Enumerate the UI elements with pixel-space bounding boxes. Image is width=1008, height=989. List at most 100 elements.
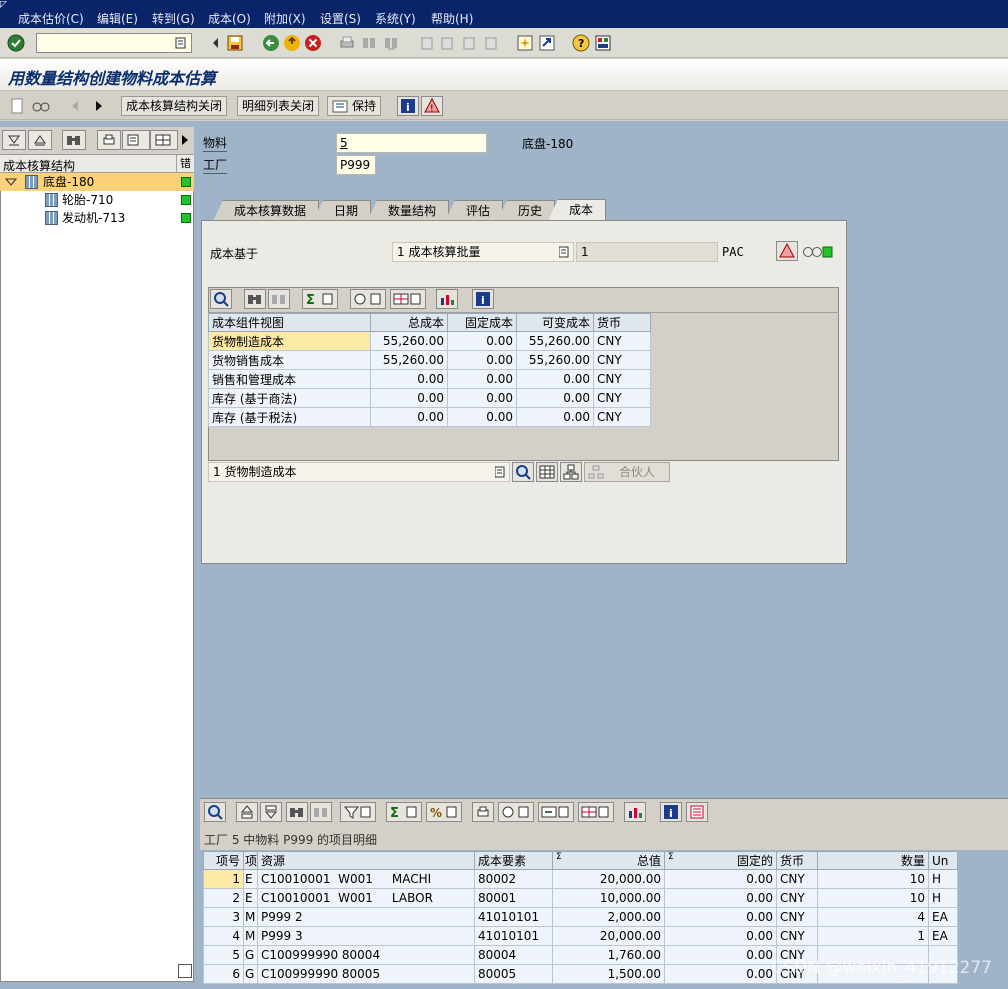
cell-resource[interactable]: C10010001 W001 MACHI xyxy=(257,869,475,889)
cell-total[interactable]: 55,260.00 xyxy=(370,350,448,370)
tree-find-icon[interactable] xyxy=(62,130,86,150)
table-row[interactable]: 3 M P999 2 41010101 2,000.00 0.00 CNY 4 … xyxy=(203,907,958,927)
column-header[interactable]: 可变成本 xyxy=(516,313,594,332)
cell-cost-element[interactable]: 80001 xyxy=(474,888,553,908)
tree-column-structure[interactable]: 成本核算结构 xyxy=(3,157,75,174)
create-icon[interactable] xyxy=(8,97,26,115)
last-page-icon[interactable] xyxy=(482,34,500,52)
cost-log-button[interactable] xyxy=(776,241,798,261)
table-row[interactable]: 2 E C10010001 W001 LABOR 80001 10,000.00… xyxy=(203,888,958,908)
table-row[interactable]: 库存 (基于商法) 0.00 0.00 0.00 CNY xyxy=(208,388,651,408)
cell-variable[interactable]: 0.00 xyxy=(516,407,594,427)
cell-fixed[interactable]: 0.00 xyxy=(447,369,517,389)
cell-currency[interactable]: CNY xyxy=(593,407,651,427)
keep-button[interactable]: 保持 xyxy=(327,96,382,116)
item-details-icon[interactable] xyxy=(204,802,226,822)
cell-resource[interactable]: P999 2 xyxy=(257,907,475,927)
expand-subtree-icon[interactable] xyxy=(2,130,26,150)
menu-edit[interactable]: 编辑(E) xyxy=(97,11,138,28)
cell-currency[interactable]: CNY xyxy=(593,369,651,389)
command-input[interactable] xyxy=(37,34,167,52)
cell-component[interactable]: 货物制造成本 xyxy=(208,331,371,351)
cell-total[interactable]: 0.00 xyxy=(370,369,448,389)
tree-layout-icon[interactable] xyxy=(122,130,150,150)
sum-icon[interactable]: Σ xyxy=(302,289,338,309)
tree-item-engine[interactable]: 发动机-713 xyxy=(0,209,194,227)
next-page-icon[interactable] xyxy=(460,34,478,52)
column-header[interactable]: 总成本 xyxy=(370,313,448,332)
system-menu-icon[interactable]: ◸ xyxy=(0,0,14,10)
tree-print-icon[interactable] xyxy=(97,130,121,150)
item-print-icon[interactable] xyxy=(472,802,494,822)
cell-fixed[interactable]: 0.00 xyxy=(664,869,777,889)
column-header[interactable]: 资源 xyxy=(257,851,475,870)
tab-costing-data[interactable]: 成本核算数据 xyxy=(213,200,320,221)
command-field[interactable] xyxy=(36,33,192,53)
cell-total-value[interactable]: 10,000.00 xyxy=(552,888,665,908)
column-header[interactable]: Un xyxy=(928,851,958,870)
table-row[interactable]: 4 M P999 3 41010101 20,000.00 0.00 CNY 1… xyxy=(203,926,958,946)
cell-fixed[interactable]: 0.00 xyxy=(664,907,777,927)
menu-help[interactable]: 帮助(H) xyxy=(431,11,473,28)
table-row[interactable]: 货物制造成本 55,260.00 0.00 55,260.00 CNY xyxy=(208,331,651,351)
cell-total[interactable]: 0.00 xyxy=(370,407,448,427)
cell-variable[interactable]: 0.00 xyxy=(516,369,594,389)
cell-cost-element[interactable]: 41010101 xyxy=(474,907,553,927)
cell-fixed[interactable]: 0.00 xyxy=(664,926,777,946)
enter-check-icon[interactable] xyxy=(7,34,25,52)
cell-item[interactable]: 3 xyxy=(203,907,244,927)
table-row[interactable]: 1 E C10010001 W001 MACHI 80002 20,000.00… xyxy=(203,869,958,889)
item-send-icon[interactable] xyxy=(538,802,574,822)
cell-unit[interactable]: EA xyxy=(928,907,958,927)
table-view-icon[interactable] xyxy=(536,462,558,482)
cell-category[interactable]: G xyxy=(243,964,258,984)
cell-unit[interactable]: H xyxy=(928,869,958,889)
cell-quantity[interactable]: 4 xyxy=(817,907,929,927)
grid-find-icon[interactable] xyxy=(244,289,266,309)
column-header[interactable]: 项号 xyxy=(203,851,244,870)
cell-category[interactable]: M xyxy=(243,907,258,927)
cell-item[interactable]: 4 xyxy=(203,926,244,946)
item-variant-icon[interactable] xyxy=(686,802,708,822)
export-icon[interactable] xyxy=(350,289,386,309)
costing-log-button[interactable]: ! xyxy=(421,96,443,116)
cell-total-value[interactable]: 1,500.00 xyxy=(552,964,665,984)
cell-currency[interactable]: CNY xyxy=(593,388,651,408)
item-layout-icon[interactable] xyxy=(578,802,614,822)
shortcut-icon[interactable] xyxy=(538,34,556,52)
cell-currency[interactable]: CNY xyxy=(776,907,818,927)
tree-item-tire[interactable]: 轮胎-710 xyxy=(0,191,194,209)
view-details-icon[interactable] xyxy=(512,462,534,482)
cell-quantity[interactable]: 10 xyxy=(817,888,929,908)
cell-currency[interactable]: CNY xyxy=(593,350,651,370)
cell-fixed[interactable]: 0.00 xyxy=(447,407,517,427)
column-header[interactable]: Σ 总值 xyxy=(552,851,665,870)
column-header[interactable]: 成本组件视图 xyxy=(208,313,371,332)
subtotal-icon[interactable]: % xyxy=(426,802,462,822)
cell-unit[interactable]: EA xyxy=(928,926,958,946)
tree-columns-icon[interactable] xyxy=(150,130,178,150)
cell-category[interactable]: E xyxy=(243,888,258,908)
cell-resource[interactable]: C10010001 W001 LABOR xyxy=(257,888,475,908)
first-page-icon[interactable] xyxy=(418,34,436,52)
cell-cost-element[interactable]: 41010101 xyxy=(474,926,553,946)
command-dropdown-icon[interactable] xyxy=(175,36,187,50)
cell-component[interactable]: 销售和管理成本 xyxy=(208,369,371,389)
detail-list-close-button[interactable]: 明细列表关闭 xyxy=(237,96,320,116)
column-header[interactable]: 货币 xyxy=(776,851,818,870)
filter-icon[interactable] xyxy=(340,802,376,822)
partner-button[interactable]: 合伙人 xyxy=(584,462,670,482)
grid-find-next-icon[interactable] xyxy=(268,289,290,309)
display-change-icon[interactable] xyxy=(32,97,50,115)
info-button[interactable]: i xyxy=(397,96,419,116)
column-header[interactable]: 项 xyxy=(243,851,258,870)
cell-cost-element[interactable]: 80005 xyxy=(474,964,553,984)
tree-scroll-corner[interactable] xyxy=(178,964,192,978)
tree-toolbar-more-icon[interactable] xyxy=(180,133,190,150)
cell-variable[interactable]: 55,260.00 xyxy=(516,350,594,370)
item-find-next-icon[interactable] xyxy=(310,802,332,822)
menu-system[interactable]: 系统(Y) xyxy=(375,11,416,28)
cell-total-value[interactable]: 1,760.00 xyxy=(552,945,665,965)
tab-history[interactable]: 历史 xyxy=(497,200,556,221)
cell-component[interactable]: 库存 (基于商法) xyxy=(208,388,371,408)
